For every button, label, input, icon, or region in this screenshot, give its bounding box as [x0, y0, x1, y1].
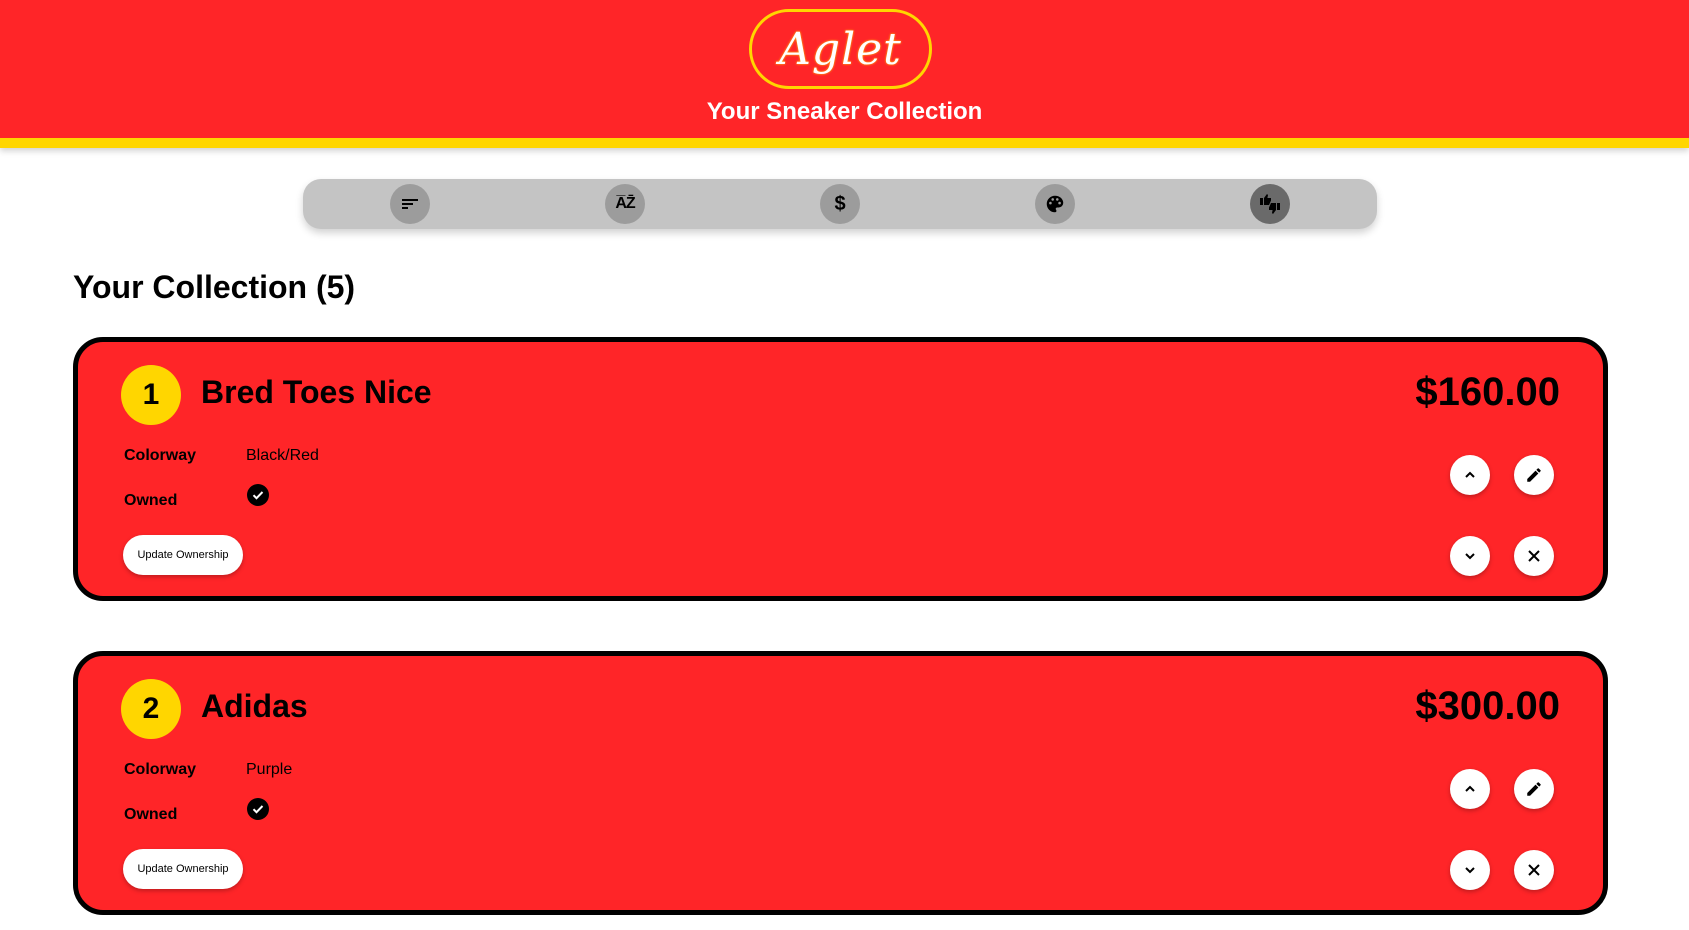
check-icon	[247, 798, 269, 820]
owned-label: Owned	[124, 806, 178, 823]
collection-title: Your Collection (5)	[73, 269, 356, 305]
move-down-button[interactable]	[1450, 850, 1490, 890]
delete-button[interactable]	[1514, 850, 1554, 890]
sneaker-name: Bred Toes Nice	[201, 374, 432, 410]
close-icon	[1528, 550, 1540, 562]
colorway-label: Colorway	[124, 447, 197, 464]
sort-rating-button[interactable]	[1250, 184, 1290, 224]
sort-toolbar: A̅Z̄ $	[303, 179, 1377, 229]
palette-icon	[1046, 195, 1064, 213]
app-header: Aglet Your Sneaker Collection	[0, 0, 1689, 148]
sneaker-name: Adidas	[201, 688, 308, 724]
sneaker-price: $300.00	[1415, 684, 1560, 728]
sneaker-price: $160.00	[1415, 370, 1560, 414]
colorway-value: Purple	[246, 761, 293, 778]
edit-button[interactable]	[1514, 455, 1554, 495]
edit-button[interactable]	[1514, 769, 1554, 809]
sort-alpha-icon: A̅Z̄	[615, 195, 635, 212]
rank-badge: 2	[121, 679, 181, 739]
logo-text: Aglet	[779, 23, 902, 75]
check-icon	[247, 484, 269, 506]
pencil-icon	[1527, 782, 1541, 796]
rank-badge: 1	[121, 365, 181, 425]
chevron-up-icon	[1465, 785, 1475, 792]
delete-button[interactable]	[1514, 536, 1554, 576]
dollar-icon: $	[834, 192, 846, 215]
sort-price-button[interactable]: $	[820, 184, 860, 224]
owned-label: Owned	[124, 492, 178, 509]
sneaker-card: 1 Bred Toes Nice $160.00 Colorway Black/…	[73, 337, 1608, 601]
page-subtitle: Your Sneaker Collection	[706, 98, 983, 125]
move-up-button[interactable]	[1450, 769, 1490, 809]
move-up-button[interactable]	[1450, 455, 1490, 495]
sort-icon	[402, 199, 418, 209]
sort-alpha-button[interactable]: A̅Z̄	[605, 184, 645, 224]
chevron-up-icon	[1465, 471, 1475, 478]
pencil-icon	[1527, 468, 1541, 482]
close-icon	[1528, 864, 1540, 876]
sneaker-card: 2 Adidas $300.00 Colorway Purple Owned U…	[73, 651, 1608, 915]
sort-button[interactable]	[390, 184, 430, 224]
sort-color-button[interactable]	[1035, 184, 1075, 224]
update-ownership-button[interactable]: Update Ownership	[123, 849, 243, 889]
colorway-value: Black/Red	[246, 447, 319, 464]
update-ownership-button[interactable]: Update Ownership	[123, 535, 243, 575]
colorway-label: Colorway	[124, 761, 197, 778]
chevron-down-icon	[1465, 553, 1475, 560]
move-down-button[interactable]	[1450, 536, 1490, 576]
chevron-down-icon	[1465, 867, 1475, 874]
logo: Aglet	[749, 9, 932, 89]
thumbs-up-down-icon	[1260, 194, 1280, 214]
